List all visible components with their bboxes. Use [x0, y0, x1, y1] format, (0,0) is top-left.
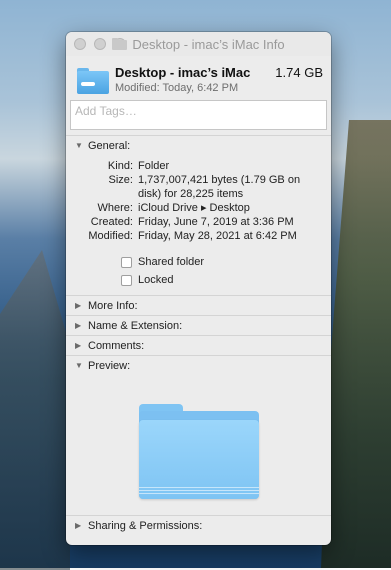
window-title-group: Desktop - imac’s iMac Info: [112, 36, 285, 52]
size-label: Size:: [108, 174, 133, 186]
section-preview-label: Preview:: [88, 359, 131, 372]
section-more-info-label: More Info:: [88, 299, 138, 312]
general-checkboxes: Shared folder Locked: [66, 253, 331, 289]
disclosure-triangle-right-icon[interactable]: ▶: [75, 301, 84, 310]
section-comments-label: Comments:: [88, 339, 145, 352]
folder-icon: [77, 68, 109, 94]
section-name-extension[interactable]: ▶ Name & Extension:: [66, 315, 331, 335]
tags-field-container: [70, 100, 327, 130]
wallpaper-hill: [0, 250, 70, 570]
section-comments[interactable]: ▶ Comments:: [66, 335, 331, 355]
section-more-info[interactable]: ▶ More Info:: [66, 295, 331, 315]
info-header: Desktop - imac’s iMac 1.74 GB Modified: …: [66, 56, 331, 100]
general-details: Kind: Folder Size: 1,737,007,421 bytes (…: [66, 155, 331, 295]
where-label: Where:: [97, 202, 133, 214]
item-modified: Modified: Today, 6:42 PM: [115, 82, 239, 94]
disclosure-triangle-right-icon[interactable]: ▶: [75, 341, 84, 350]
disclosure-triangle-right-icon[interactable]: ▶: [75, 321, 84, 330]
shared-folder-option[interactable]: Shared folder: [121, 253, 331, 271]
modified-value: Friday, May 28, 2021 at 6:42 PM: [138, 230, 297, 242]
locked-label: Locked: [138, 274, 174, 286]
wallpaper-cliff: [321, 120, 391, 568]
section-general-label: General:: [88, 139, 131, 152]
kind-label: Kind:: [107, 160, 133, 172]
created-value: Friday, June 7, 2019 at 3:36 PM: [138, 216, 294, 228]
locked-option[interactable]: Locked: [121, 271, 331, 289]
section-sharing-permissions[interactable]: ▶ Sharing & Permissions:: [66, 515, 331, 535]
title-bar[interactable]: Desktop - imac’s iMac Info: [66, 32, 331, 56]
section-name-extension-label: Name & Extension:: [88, 319, 183, 332]
tags-input[interactable]: [75, 104, 322, 118]
size-row: Size: 1,737,007,421 bytes (1.79 GB on di…: [66, 173, 331, 201]
window-title: Desktop - imac’s iMac Info: [132, 36, 285, 52]
locked-checkbox[interactable]: [121, 274, 132, 286]
section-general[interactable]: ▼ General:: [66, 135, 331, 155]
created-label: Created:: [90, 216, 133, 228]
minimize-button[interactable]: [94, 38, 106, 50]
modified-row: Modified: Friday, May 28, 2021 at 6:42 P…: [66, 229, 331, 243]
item-name: Desktop - imac’s iMac: [115, 65, 251, 80]
folder-icon: [112, 38, 128, 50]
section-preview[interactable]: ▼ Preview:: [66, 355, 331, 375]
size-value: 1,737,007,421 bytes (1.79 GB on disk) fo…: [138, 174, 301, 200]
close-button[interactable]: [74, 38, 86, 50]
modified-label: Modified:: [88, 230, 133, 242]
where-row: Where: iCloud Drive ▸ Desktop: [66, 201, 331, 215]
item-size: 1.74 GB: [275, 65, 323, 80]
kind-row: Kind: Folder: [66, 159, 331, 173]
shared-folder-label: Shared folder: [138, 256, 205, 268]
folder-preview-icon: [139, 404, 259, 499]
disclosure-triangle-right-icon[interactable]: ▶: [75, 521, 84, 530]
where-value: iCloud Drive ▸ Desktop: [138, 202, 250, 214]
kind-value: Folder: [138, 160, 170, 172]
disclosure-triangle-down-icon[interactable]: ▼: [75, 361, 84, 370]
shared-folder-checkbox[interactable]: [121, 256, 132, 268]
disclosure-triangle-down-icon[interactable]: ▼: [75, 141, 84, 150]
preview-area: [66, 375, 331, 515]
section-sharing-label: Sharing & Permissions:: [88, 519, 203, 532]
created-row: Created: Friday, June 7, 2019 at 3:36 PM: [66, 215, 331, 229]
info-window: Desktop - imac’s iMac Info Desktop - ima…: [66, 32, 331, 545]
